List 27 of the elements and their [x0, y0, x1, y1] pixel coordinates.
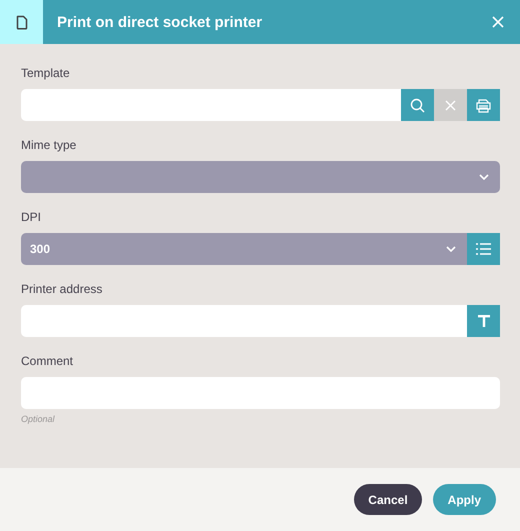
field-label: Mime type: [21, 138, 78, 153]
select-field[interactable]: 300: [21, 233, 467, 265]
printer-button[interactable]: [467, 89, 500, 121]
document-icon: [16, 14, 28, 30]
window-title: Print on direct socket printer: [57, 14, 264, 30]
field-label: Comment: [21, 354, 74, 369]
chevron-down-icon: [479, 174, 489, 180]
search-icon: [410, 98, 425, 112]
field-label: Printer address: [21, 282, 104, 297]
select-field[interactable]: [21, 161, 500, 193]
list-button[interactable]: [467, 233, 500, 265]
hint-text: Optional: [21, 414, 56, 424]
field-label: Template: [21, 66, 71, 81]
apply-button[interactable]: Apply: [432, 484, 496, 515]
search-button[interactable]: [401, 89, 434, 121]
input-field[interactable]: [21, 377, 500, 409]
field-label: DPI: [21, 210, 42, 225]
chevron-down-icon: [446, 246, 456, 252]
close-icon: [445, 100, 456, 110]
close-icon: [492, 16, 504, 28]
input-field[interactable]: [21, 305, 467, 337]
input-field[interactable]: [21, 89, 401, 121]
text-format-icon: [478, 315, 490, 327]
printer-icon: [475, 98, 492, 112]
text-button[interactable]: [467, 305, 500, 337]
list-icon: [476, 243, 491, 255]
cancel-button[interactable]: Cancel: [354, 484, 422, 515]
